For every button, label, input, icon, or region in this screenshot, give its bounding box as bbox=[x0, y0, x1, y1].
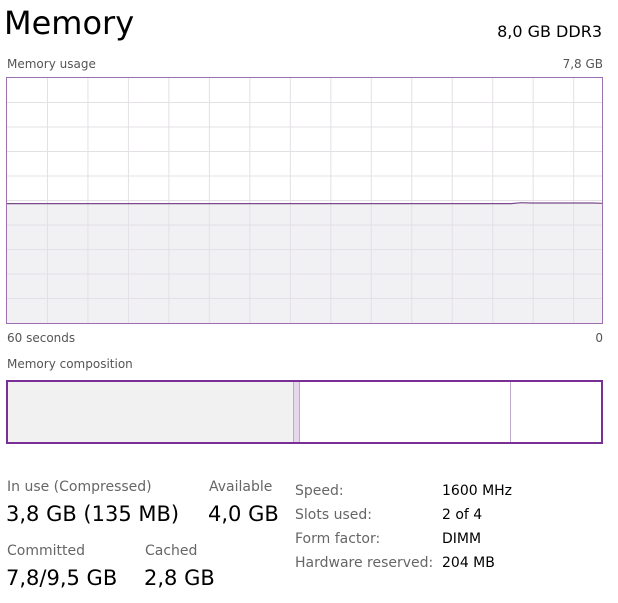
committed-label: Committed bbox=[7, 543, 85, 559]
x-left-label: 60 seconds bbox=[7, 331, 76, 345]
composition-segment-free[interactable] bbox=[510, 382, 601, 442]
committed-value: 7,8/9,5 GB bbox=[6, 566, 118, 590]
usage-graph-max: 7,8 GB bbox=[562, 57, 603, 71]
memory-usage-graph bbox=[6, 77, 603, 324]
usage-graph-label: Memory usage bbox=[7, 57, 96, 71]
cached-label: Cached bbox=[145, 543, 198, 559]
composition-segment-in-use[interactable] bbox=[8, 382, 295, 442]
cached-value: 2,8 GB bbox=[144, 566, 215, 590]
detail-slots: Slots used: 2 of 4 bbox=[295, 507, 483, 523]
detail-speed: Speed: 1600 MHz bbox=[295, 483, 513, 499]
memory-usage-chart bbox=[7, 78, 602, 323]
usage-line bbox=[7, 202, 602, 205]
available-label: Available bbox=[209, 479, 273, 495]
in-use-label: In use (Compressed) bbox=[7, 479, 152, 495]
details-table: Speed: 1600 MHz Slots used: 2 of 4 Form fa… bbox=[295, 479, 512, 575]
page-title: Memory bbox=[4, 4, 135, 42]
detail-form-factor: Form factor: DIMM bbox=[295, 531, 482, 547]
memory-spec: 8,0 GB DDR3 bbox=[497, 22, 602, 41]
available-value: 4,0 GB bbox=[208, 502, 279, 526]
x-right-label: 0 bbox=[595, 331, 603, 345]
in-use-value: 3,8 GB (135 MB) bbox=[6, 502, 180, 526]
detail-hardware-reserved: Hardware reserved: 204 MB bbox=[295, 555, 495, 571]
memory-composition-bar bbox=[6, 380, 603, 444]
composition-segment-standby[interactable] bbox=[299, 382, 511, 442]
usage-area bbox=[7, 202, 602, 323]
composition-label: Memory composition bbox=[7, 357, 133, 371]
